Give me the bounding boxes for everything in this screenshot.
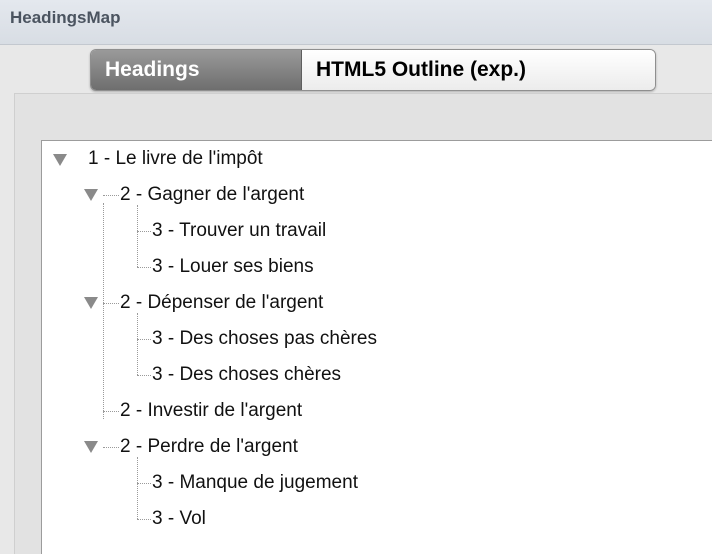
tree-item-level2[interactable]: 2 - Perdre de l'argent	[120, 436, 298, 458]
tree-item-level3[interactable]: 3 - Manque de jugement	[152, 472, 358, 494]
tree-connector	[103, 447, 119, 448]
tree-connector	[103, 203, 104, 419]
collapse-triangle-icon[interactable]	[84, 297, 98, 309]
tree-item-level3[interactable]: 3 - Louer ses biens	[152, 256, 314, 278]
tree-connector	[137, 483, 151, 484]
tree-item-level3[interactable]: 3 - Des choses pas chères	[152, 328, 377, 350]
tree-item-level3[interactable]: 3 - Des choses chères	[152, 364, 341, 386]
tree-connector	[137, 339, 151, 340]
tree-item-level2[interactable]: 2 - Investir de l'argent	[120, 400, 302, 422]
tree-item-level2[interactable]: 2 - Dépenser de l'argent	[120, 292, 323, 314]
tab-bar: Headings HTML5 Outline (exp.)	[90, 49, 656, 91]
tree-connector	[137, 457, 138, 519]
headings-tree: 1 - Le livre de l'impôt 2 - Gagner de l'…	[41, 140, 712, 554]
tree-connector	[103, 411, 119, 412]
tree-connector	[137, 231, 151, 232]
tree-connector	[137, 375, 151, 376]
tree-connector	[103, 195, 119, 196]
title-bar: HeadingsMap	[0, 0, 712, 45]
tree-item-level3[interactable]: 3 - Vol	[152, 508, 206, 530]
app-title: HeadingsMap	[10, 8, 121, 27]
collapse-triangle-icon[interactable]	[84, 189, 98, 201]
tree-connector	[137, 205, 138, 267]
tree-item-level1[interactable]: 1 - Le livre de l'impôt	[88, 148, 263, 170]
collapse-triangle-icon[interactable]	[53, 154, 67, 166]
tab-headings[interactable]: Headings	[91, 50, 302, 90]
tree-connector	[137, 267, 151, 268]
collapse-triangle-icon[interactable]	[84, 441, 98, 453]
tree-connector	[137, 519, 151, 520]
tree-connector	[103, 303, 119, 304]
tree-connector	[137, 313, 138, 375]
tree-item-level2[interactable]: 2 - Gagner de l'argent	[120, 184, 304, 206]
tab-html5-outline[interactable]: HTML5 Outline (exp.)	[302, 50, 655, 90]
tree-item-level3[interactable]: 3 - Trouver un travail	[152, 220, 326, 242]
